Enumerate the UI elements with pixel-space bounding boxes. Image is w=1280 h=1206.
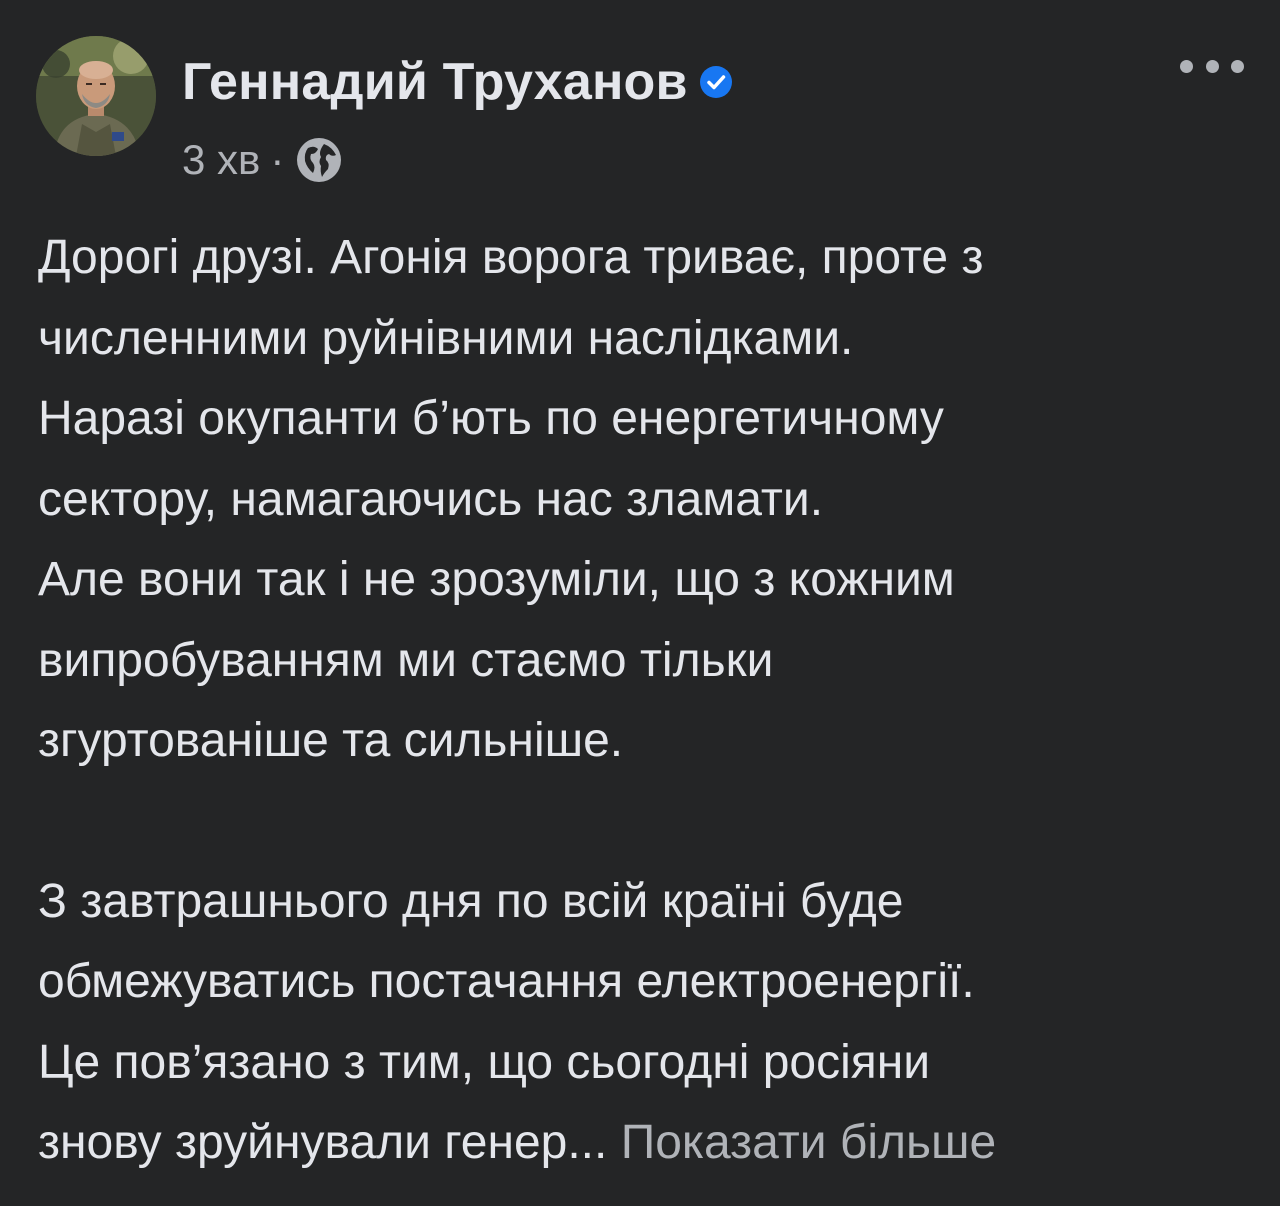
more-horizontal-icon: [1180, 59, 1193, 73]
meta-separator: ·: [270, 136, 285, 183]
more-options-button[interactable]: [1180, 50, 1244, 82]
post-text: Дорогі друзі. Агонія ворога триває, прот…: [38, 218, 1248, 1184]
post-meta: 3 хв ·: [182, 132, 344, 188]
post-paragraph: З завтрашнього дня по всій країні буде о…: [38, 862, 1248, 1184]
avatar-photo: [36, 36, 156, 156]
post-line: згуртованіше та сильніше.: [38, 714, 624, 767]
post-line: випробуванням ми стаємо тільки: [38, 633, 774, 687]
post-line: обмежуватись постачання електроенергії.: [38, 955, 975, 1008]
post-line: Але вони так і не зрозуміли, що з кожним: [38, 553, 955, 606]
post-line: Це пов’язано з тим, що сьогодні росіяни: [38, 1035, 931, 1089]
post-line: сектору, намагаючись нас зламати.: [38, 472, 824, 526]
author-avatar[interactable]: [36, 36, 156, 156]
post-line: Наразі окупанти б’ють по енергетичному: [38, 392, 944, 445]
globe-icon[interactable]: [294, 135, 344, 185]
post-card: Геннадий Труханов 3 хв · Дорогі друзі. А…: [0, 0, 1280, 1206]
author-name[interactable]: Геннадий Труханов: [182, 52, 688, 112]
post-timestamp[interactable]: 3 хв: [182, 136, 260, 184]
post-line: Дорогі друзі. Агонія ворога триває, прот…: [38, 231, 984, 284]
post-line: З завтрашнього дня по всій країні буде: [38, 874, 904, 928]
see-more-link[interactable]: Показати більше: [621, 1116, 997, 1169]
post-line: численними руйнівними наслідками.: [38, 311, 854, 365]
more-horizontal-icon: [1231, 59, 1244, 73]
more-horizontal-icon: [1205, 59, 1219, 73]
post-paragraph: Дорогі друзі. Агонія ворога триває, прот…: [38, 218, 1248, 782]
post-last-line: знову зруйнували генер... Показати більш…: [38, 1103, 1248, 1184]
author-header: Геннадий Труханов: [182, 50, 734, 114]
verified-badge-icon: [698, 64, 734, 100]
truncated-text: знову зруйнували генер...: [38, 1116, 608, 1169]
